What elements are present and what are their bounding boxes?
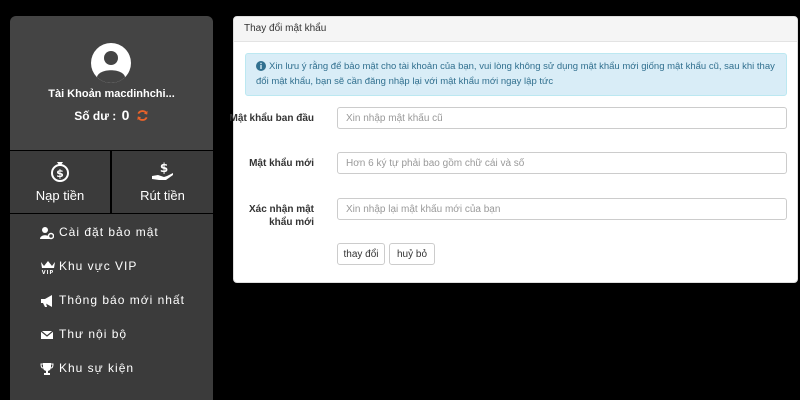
svg-text:VIP: VIP: [42, 270, 54, 274]
svg-text:$: $: [159, 161, 167, 175]
menu-item-latest-news[interactable]: Thông báo mới nhất: [10, 286, 213, 316]
confirm-password-input[interactable]: [337, 198, 787, 220]
hand-money-icon: $: [112, 161, 213, 183]
user-cog-icon: [40, 226, 55, 240]
change-button[interactable]: thay đổi: [337, 243, 385, 265]
menu-item-security-settings[interactable]: Cài đặt bảo mật: [10, 218, 213, 248]
menu-item-vip-area[interactable]: VIP Khu vực VIP: [10, 252, 213, 282]
svg-text:$: $: [56, 167, 64, 180]
menu-item-label: Thông báo mới nhất: [59, 293, 185, 307]
refresh-icon[interactable]: [136, 109, 149, 125]
menu-item-label: Khu sự kiện: [59, 361, 135, 375]
balance-label: Số dư :: [74, 109, 117, 123]
info-notice: Xin lưu ý rằng để bảo mật cho tài khoản …: [245, 53, 787, 96]
withdraw-label: Rút tiền: [140, 188, 185, 203]
account-name: Tài Khoản macdinhchi...: [48, 88, 175, 100]
new-password-input[interactable]: [337, 152, 787, 174]
menu-item-label: Cài đặt bảo mật: [59, 225, 159, 239]
bullhorn-icon: [40, 294, 54, 308]
envelope-icon: [40, 328, 54, 342]
wallet-actions: $ Nạp tiền $ Rút tiền: [10, 151, 213, 213]
panel-header: Thay đổi mật khẩu: [234, 17, 797, 42]
change-password-panel: Thay đổi mật khẩu Xin lưu ý rằng để bảo …: [230, 16, 798, 283]
profile-card: Tài Khoản macdinhchi... Số dư : 0: [10, 16, 213, 150]
info-icon: [256, 61, 266, 75]
sidebar-menu: Cài đặt bảo mật VIP Khu vực VIP Thông bá…: [10, 214, 213, 400]
panel-title: Thay đổi mật khẩu: [244, 23, 327, 34]
menu-item-label: Thư nội bộ: [59, 327, 128, 341]
deposit-button[interactable]: $ Nạp tiền: [10, 151, 110, 213]
menu-item-events[interactable]: Khu sự kiện: [10, 354, 213, 384]
deposit-label: Nạp tiền: [35, 188, 85, 203]
balance: Số dư : 0: [10, 107, 213, 125]
money-bag-icon: $: [10, 161, 110, 183]
old-password-label: Mật khẩu ban đầu: [229, 113, 314, 124]
cancel-button[interactable]: huỷ bỏ: [389, 243, 435, 265]
balance-value: 0: [121, 107, 130, 123]
new-password-label: Mật khẩu mới: [249, 158, 314, 169]
confirm-password-label: Xác nhận mật khẩu mới: [248, 204, 314, 228]
menu-item-label: Khu vực VIP: [59, 259, 138, 273]
avatar-icon: [91, 43, 131, 83]
old-password-input[interactable]: [337, 107, 787, 129]
notice-text: Xin lưu ý rằng để bảo mật cho tài khoản …: [256, 61, 775, 87]
crown-vip-icon: VIP: [40, 260, 55, 276]
trophy-icon: [40, 362, 54, 376]
sidebar: Tài Khoản macdinhchi... Số dư : 0 $ Nạp …: [10, 16, 213, 400]
menu-item-internal-mail[interactable]: Thư nội bộ: [10, 320, 213, 350]
withdraw-button[interactable]: $ Rút tiền: [112, 151, 213, 213]
